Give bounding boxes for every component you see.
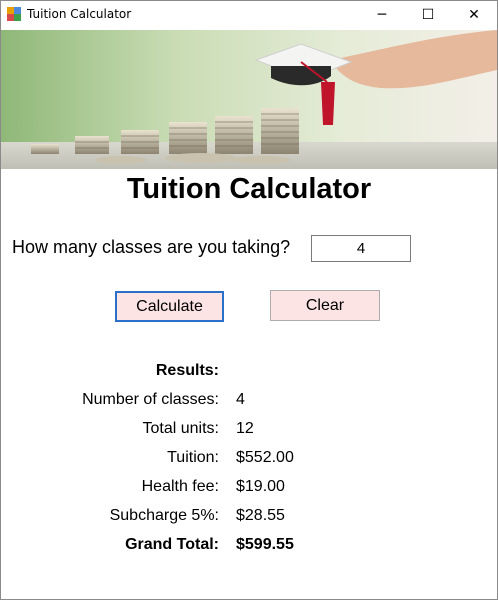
result-label-subcharge: Subcharge 5%: [109,507,219,524]
maximize-button[interactable]: ☐ [405,1,451,29]
minimize-icon: ─ [377,7,387,23]
result-value-subcharge: $28.55 [236,507,285,524]
results-header: Results: [155,362,219,379]
banner-image [1,30,497,169]
app-icon [7,7,21,21]
close-button[interactable]: ✕ [451,1,497,29]
page-title: Tuition Calculator [126,173,372,205]
result-value-units: 12 [236,420,254,437]
result-label-units: Total units: [142,420,219,437]
result-label-grand-total: Grand Total: [125,536,219,553]
calculate-button[interactable]: Calculate [115,291,224,322]
minimize-button[interactable]: ─ [359,1,405,29]
result-value-health-fee: $19.00 [236,478,285,495]
classes-question-label: How many classes are you taking? [12,237,291,257]
result-value-tuition: $552.00 [236,449,294,466]
maximize-icon: ☐ [421,7,435,23]
result-value-grand-total: $599.55 [236,536,294,553]
title-bar[interactable]: Tuition Calculator ─ ☐ ✕ [1,1,497,29]
clear-button[interactable]: Clear [270,290,380,321]
close-icon: ✕ [468,7,480,23]
classes-input[interactable] [311,235,411,262]
result-label-health-fee: Health fee: [141,478,219,495]
result-value-classes: 4 [236,391,245,408]
app-window: Tuition Calculator ─ ☐ ✕ Tuition Calcula… [0,0,498,600]
result-label-classes: Number of classes: [82,391,219,408]
window-title: Tuition Calculator [27,7,132,21]
result-label-tuition: Tuition: [167,449,219,466]
